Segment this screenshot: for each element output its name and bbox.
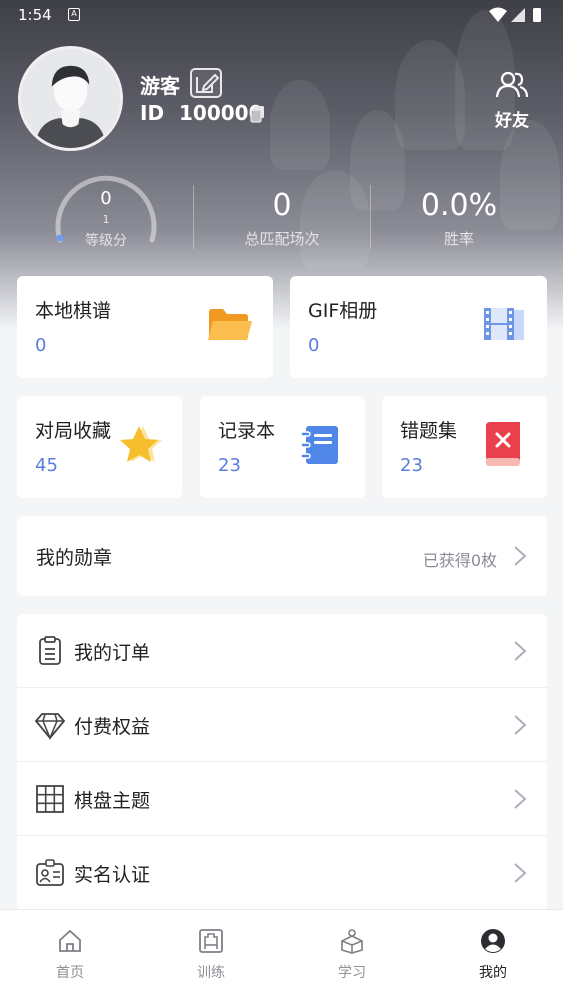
medals-label: 我的勋章	[36, 547, 113, 569]
menu-item-paid-benefits[interactable]: 付费权益	[17, 688, 547, 762]
card-count: 0	[35, 335, 47, 356]
nav-label: 学习	[338, 965, 366, 981]
friends-button[interactable]: 好友	[490, 70, 534, 131]
medals-section[interactable]: 我的勋章 已获得0枚	[17, 516, 547, 596]
training-icon	[199, 929, 223, 953]
chevron-right-icon	[514, 546, 527, 566]
id-card-icon	[36, 859, 64, 886]
board-grid-icon	[36, 785, 64, 813]
film-icon	[484, 308, 524, 340]
notebook-card[interactable]: 记录本 23	[200, 396, 365, 498]
battery-icon	[533, 8, 541, 22]
wifi-icon	[489, 7, 507, 22]
local-games-card[interactable]: 本地棋谱 0	[17, 276, 273, 378]
nav-label: 我的	[479, 965, 507, 981]
study-icon	[341, 929, 363, 954]
signal-icon	[511, 8, 525, 22]
menu-item-label: 实名认证	[74, 864, 151, 886]
friends-label: 好友	[495, 111, 529, 131]
level-score-value: 0	[100, 188, 112, 209]
card-count: 45	[35, 455, 58, 476]
error-collection-card[interactable]: 错题集 23	[382, 396, 547, 498]
menu-item-real-name-auth[interactable]: 实名认证	[17, 836, 547, 910]
nav-tab-profile[interactable]: 我的	[453, 928, 533, 982]
notebook-icon	[300, 426, 338, 464]
status-time: 1:54	[18, 6, 52, 24]
bottom-navigation: 首页 训练 学习 我的	[0, 909, 563, 1000]
card-title: 对局收藏	[35, 420, 112, 442]
friends-icon	[495, 71, 529, 98]
nav-label: 首页	[56, 965, 84, 981]
card-title: GIF相册	[308, 300, 378, 322]
folder-icon	[208, 309, 252, 340]
user-id-label: ID	[140, 101, 165, 125]
chevron-right-icon	[514, 789, 527, 809]
menu-item-label: 付费权益	[74, 716, 151, 738]
card-title: 错题集	[400, 420, 458, 442]
nav-tab-study[interactable]: 学习	[312, 928, 392, 982]
edit-profile-button[interactable]	[190, 68, 222, 98]
menu-item-label: 棋盘主题	[74, 790, 151, 812]
nav-label: 训练	[197, 965, 225, 981]
profile-icon	[481, 929, 505, 953]
nav-tab-home[interactable]: 首页	[30, 928, 110, 982]
card-count: 0	[308, 335, 320, 356]
chevron-right-icon	[514, 641, 527, 661]
avatar[interactable]	[18, 46, 123, 151]
edit-icon	[196, 73, 220, 93]
stats-divider	[193, 185, 194, 249]
stats-divider	[370, 185, 371, 249]
copy-icon[interactable]	[250, 105, 266, 123]
notification-icon: A	[68, 8, 80, 21]
order-icon	[39, 636, 61, 665]
error-book-icon	[486, 422, 520, 466]
menu-item-orders[interactable]: 我的订单	[17, 614, 547, 688]
medals-status: 已获得0枚	[422, 551, 497, 570]
gif-album-card[interactable]: GIF相册 0	[290, 276, 547, 378]
total-matches-label: 总匹配场次	[244, 230, 320, 248]
diamond-icon	[35, 713, 65, 740]
card-title: 记录本	[218, 420, 276, 442]
chevron-right-icon	[514, 715, 527, 735]
level-score-label: 等级分	[85, 233, 127, 249]
avatar-default-icon	[21, 49, 120, 148]
game-favorites-card[interactable]: 对局收藏 45	[17, 396, 182, 498]
home-icon	[59, 929, 81, 952]
card-count: 23	[218, 455, 241, 476]
user-id: ID 100000	[140, 101, 263, 125]
menu-item-board-theme[interactable]: 棋盘主题	[17, 762, 547, 836]
star-icon	[120, 426, 162, 462]
nav-tab-training[interactable]: 训练	[171, 928, 251, 982]
level-score-sub: 1	[102, 213, 110, 226]
system-status-icons	[489, 7, 541, 22]
medals-row[interactable]: 我的勋章 已获得0枚	[17, 516, 547, 596]
menu-item-label: 我的订单	[74, 642, 151, 664]
win-rate-label: 胜率	[443, 230, 474, 248]
chevron-right-icon	[514, 863, 527, 883]
user-name: 游客	[140, 74, 180, 98]
settings-menu: 我的订单 付费权益 棋盘主题 实名认证	[17, 614, 547, 910]
card-count: 23	[400, 455, 423, 476]
status-bar: 1:54 A	[0, 0, 563, 30]
card-title: 本地棋谱	[35, 300, 112, 322]
win-rate-value: 0.0%	[420, 188, 498, 223]
total-matches-value: 0	[272, 188, 292, 223]
